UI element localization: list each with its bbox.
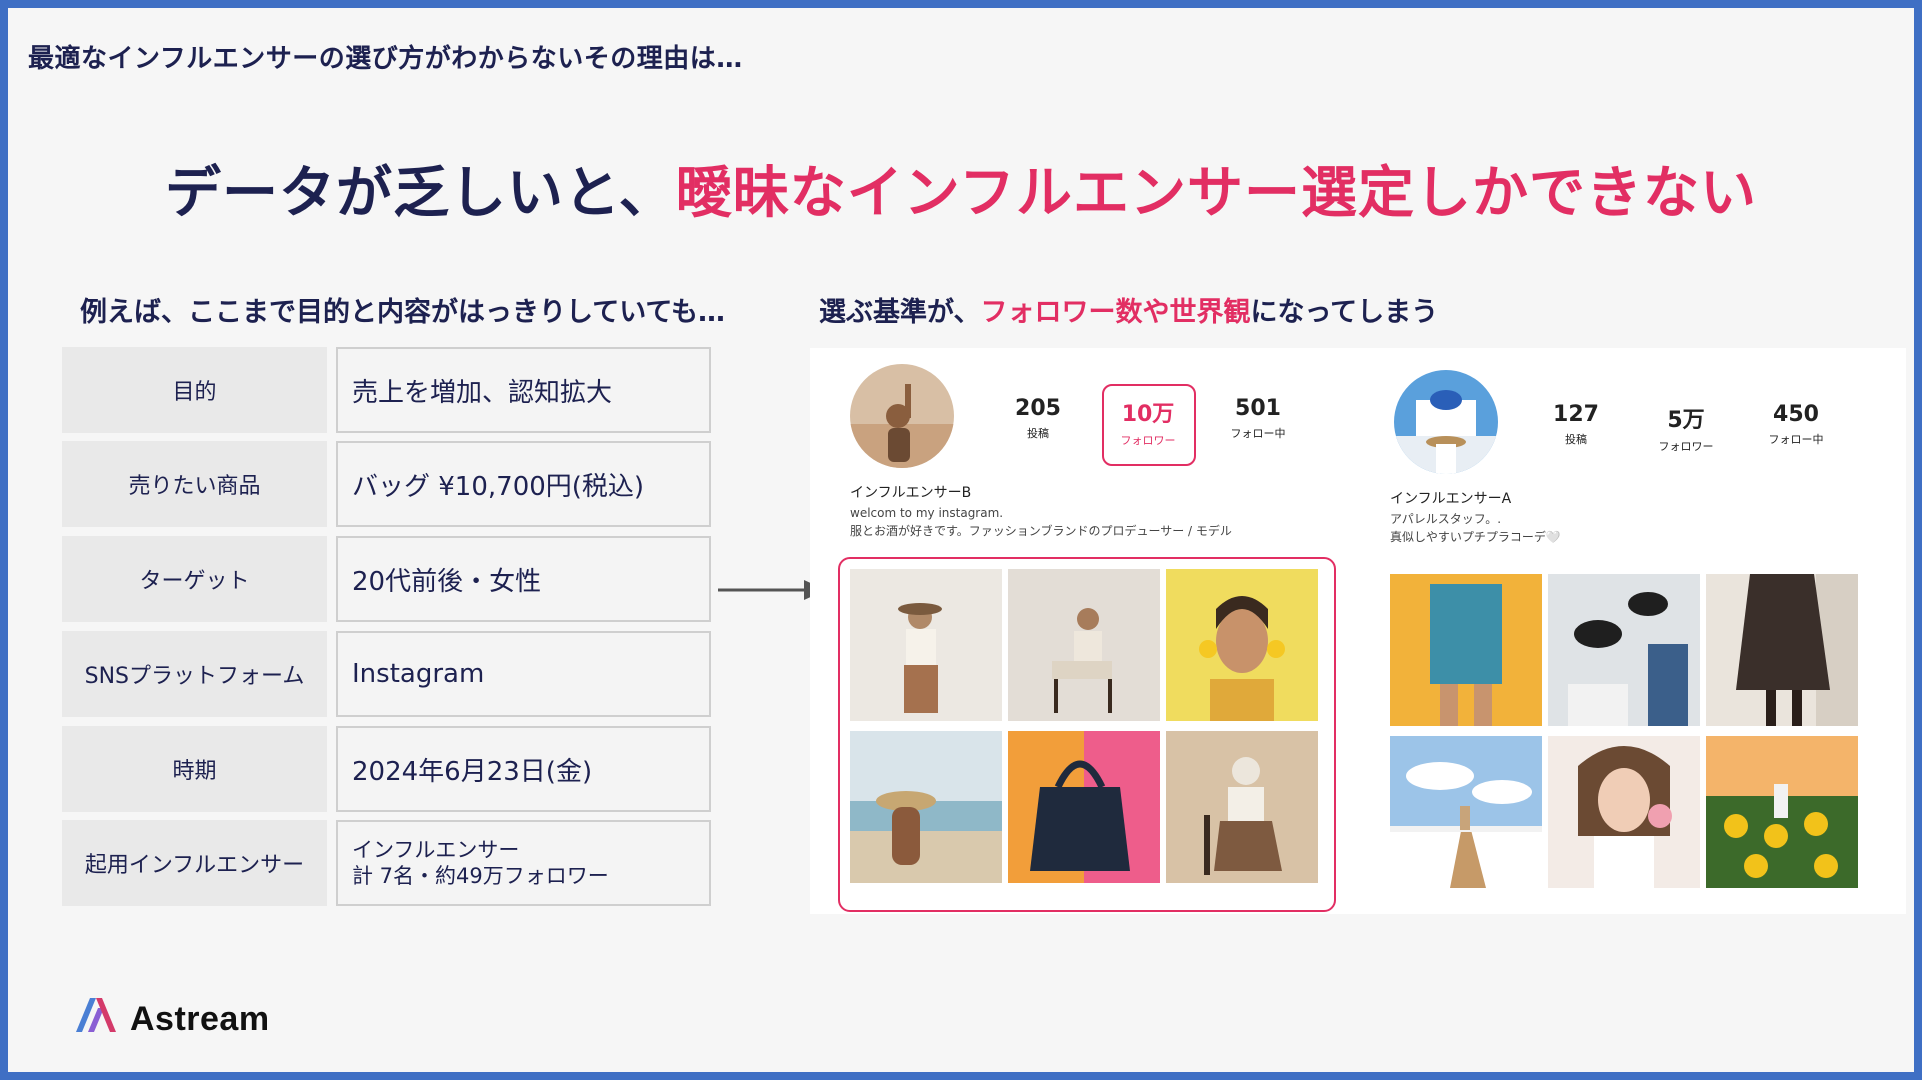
profile-bio-line: 服とお酒が好きです。ファッションブランドのプロデューサー / モデル bbox=[850, 524, 1232, 538]
post-thumbnail[interactable] bbox=[1706, 736, 1858, 888]
spec-row-product: 売りたい商品 バッグ ¥10,700円(税込) bbox=[62, 441, 719, 527]
profile-avatar bbox=[1394, 370, 1498, 474]
stat-posts-value: 127 bbox=[1553, 402, 1599, 427]
main-title-highlight: 曖昧なインフルエンサー選定しかできない bbox=[675, 161, 1758, 226]
stat-posts-label: 投稿 bbox=[1027, 427, 1049, 440]
stat-following-label: フォロー中 bbox=[1768, 433, 1824, 446]
main-title-part1: データが乏しいと、 bbox=[164, 161, 676, 226]
post-thumbnail[interactable] bbox=[1548, 736, 1700, 888]
stat-followers-value: 5万 bbox=[1667, 408, 1705, 433]
spec-label: 目的 bbox=[62, 347, 327, 433]
profile-influencer-a: 127 投稿 5万 フォロワー 450 フォロー中 インフルエンサーA アパレル… bbox=[1358, 348, 1906, 914]
stat-followers: 10万 フォロワー bbox=[1100, 396, 1196, 448]
post-thumbnail[interactable] bbox=[1390, 574, 1542, 726]
left-section-heading: 例えば、ここまで目的と内容がはっきりしていても… bbox=[80, 297, 726, 328]
post-thumbnail[interactable] bbox=[1706, 574, 1858, 726]
stat-following-label: フォロー中 bbox=[1230, 427, 1286, 440]
spec-label: 起用インフルエンサー bbox=[62, 820, 327, 906]
stat-followers-value: 10万 bbox=[1121, 402, 1175, 427]
astream-logo-mark-icon bbox=[76, 998, 116, 1032]
profile-influencer-b: 205 投稿 10万 フォロワー 501 フォロー中 インフルエンサーB wel… bbox=[810, 348, 1358, 914]
profile-avatar bbox=[850, 364, 954, 468]
stat-posts-label: 投稿 bbox=[1565, 433, 1587, 446]
spec-value: Instagram bbox=[336, 631, 711, 717]
spec-value: 売上を増加、認知拡大 bbox=[336, 347, 711, 433]
right-heading-highlight: フォロワー数や世界観 bbox=[980, 297, 1251, 328]
spec-label: SNSプラットフォーム bbox=[62, 631, 327, 717]
stat-following: 501 フォロー中 bbox=[1210, 396, 1306, 441]
post-thumbnail[interactable] bbox=[1166, 731, 1318, 883]
profile-bio-line: welcom to my instagram. bbox=[850, 506, 1004, 520]
post-thumbnail[interactable] bbox=[850, 569, 1002, 721]
spec-value: バッグ ¥10,700円(税込) bbox=[336, 441, 711, 527]
post-thumbnail[interactable] bbox=[1548, 574, 1700, 726]
stat-following-value: 501 bbox=[1235, 396, 1281, 421]
profile-bio-line: アパレルスタッフ。. bbox=[1390, 512, 1502, 526]
stat-followers-label: フォロワー bbox=[1658, 440, 1714, 453]
right-section-heading: 選ぶ基準が、フォロワー数や世界観になってしまう bbox=[819, 290, 1438, 329]
stat-posts-value: 205 bbox=[1015, 396, 1061, 421]
spec-label: ターゲット bbox=[62, 536, 327, 622]
instagram-profiles-panel: 205 投稿 10万 フォロワー 501 フォロー中 インフルエンサーB wel… bbox=[810, 348, 1906, 914]
spec-value-line: 計 7名・約49万フォロワー bbox=[352, 864, 609, 888]
slide: 最適なインフルエンサーの選び方がわからないその理由は… データが乏しいと、曖昧な… bbox=[8, 8, 1914, 1072]
right-heading-part1: 選ぶ基準が、 bbox=[819, 297, 981, 328]
spec-value: 20代前後・女性 bbox=[336, 536, 711, 622]
spec-row-purpose: 目的 売上を増加、認知拡大 bbox=[62, 347, 719, 433]
profile-bio: welcom to my instagram. 服とお酒が好きです。ファッション… bbox=[850, 504, 1232, 540]
post-thumbnail[interactable] bbox=[1008, 569, 1160, 721]
stat-following: 450 フォロー中 bbox=[1748, 402, 1844, 447]
astream-logo-text: Astream bbox=[130, 1000, 270, 1038]
spec-value: インフルエンサー 計 7名・約49万フォロワー bbox=[336, 820, 711, 906]
spec-label: 売りたい商品 bbox=[62, 441, 327, 527]
slide-header-title: 最適なインフルエンサーの選び方がわからないその理由は… bbox=[28, 44, 743, 74]
post-thumbnail[interactable] bbox=[850, 731, 1002, 883]
stat-followers: 5万 フォロワー bbox=[1638, 402, 1734, 454]
profile-name: インフルエンサーB bbox=[850, 485, 972, 501]
spec-row-period: 時期 2024年6月23日(金) bbox=[62, 726, 719, 812]
profile-name: インフルエンサーA bbox=[1390, 491, 1512, 507]
profile-bio-line: 真似しやすいプチプラコーデ🤍 bbox=[1390, 530, 1561, 544]
spec-value-line: インフルエンサー bbox=[352, 838, 520, 862]
stat-posts: 205 投稿 bbox=[990, 396, 1086, 441]
spec-label: 時期 bbox=[62, 726, 327, 812]
stat-following-value: 450 bbox=[1773, 402, 1819, 427]
post-thumbnail[interactable] bbox=[1166, 569, 1318, 721]
spec-value: 2024年6月23日(金) bbox=[336, 726, 711, 812]
post-thumbnail[interactable] bbox=[1008, 731, 1160, 883]
astream-logo: Astream bbox=[74, 994, 269, 1042]
stat-followers-label: フォロワー bbox=[1120, 434, 1176, 447]
spec-row-influencers: 起用インフルエンサー インフルエンサー 計 7名・約49万フォロワー bbox=[62, 820, 719, 906]
right-heading-part3: になってしまう bbox=[1250, 297, 1439, 328]
main-title: データが乏しいと、曖昧なインフルエンサー選定しかできない bbox=[8, 148, 1914, 229]
stat-posts: 127 投稿 bbox=[1528, 402, 1624, 447]
post-thumbnail[interactable] bbox=[1390, 736, 1542, 888]
profile-bio: アパレルスタッフ。. 真似しやすいプチプラコーデ🤍 bbox=[1390, 510, 1561, 546]
spec-row-platform: SNSプラットフォーム Instagram bbox=[62, 631, 719, 717]
spec-row-target: ターゲット 20代前後・女性 bbox=[62, 536, 719, 622]
